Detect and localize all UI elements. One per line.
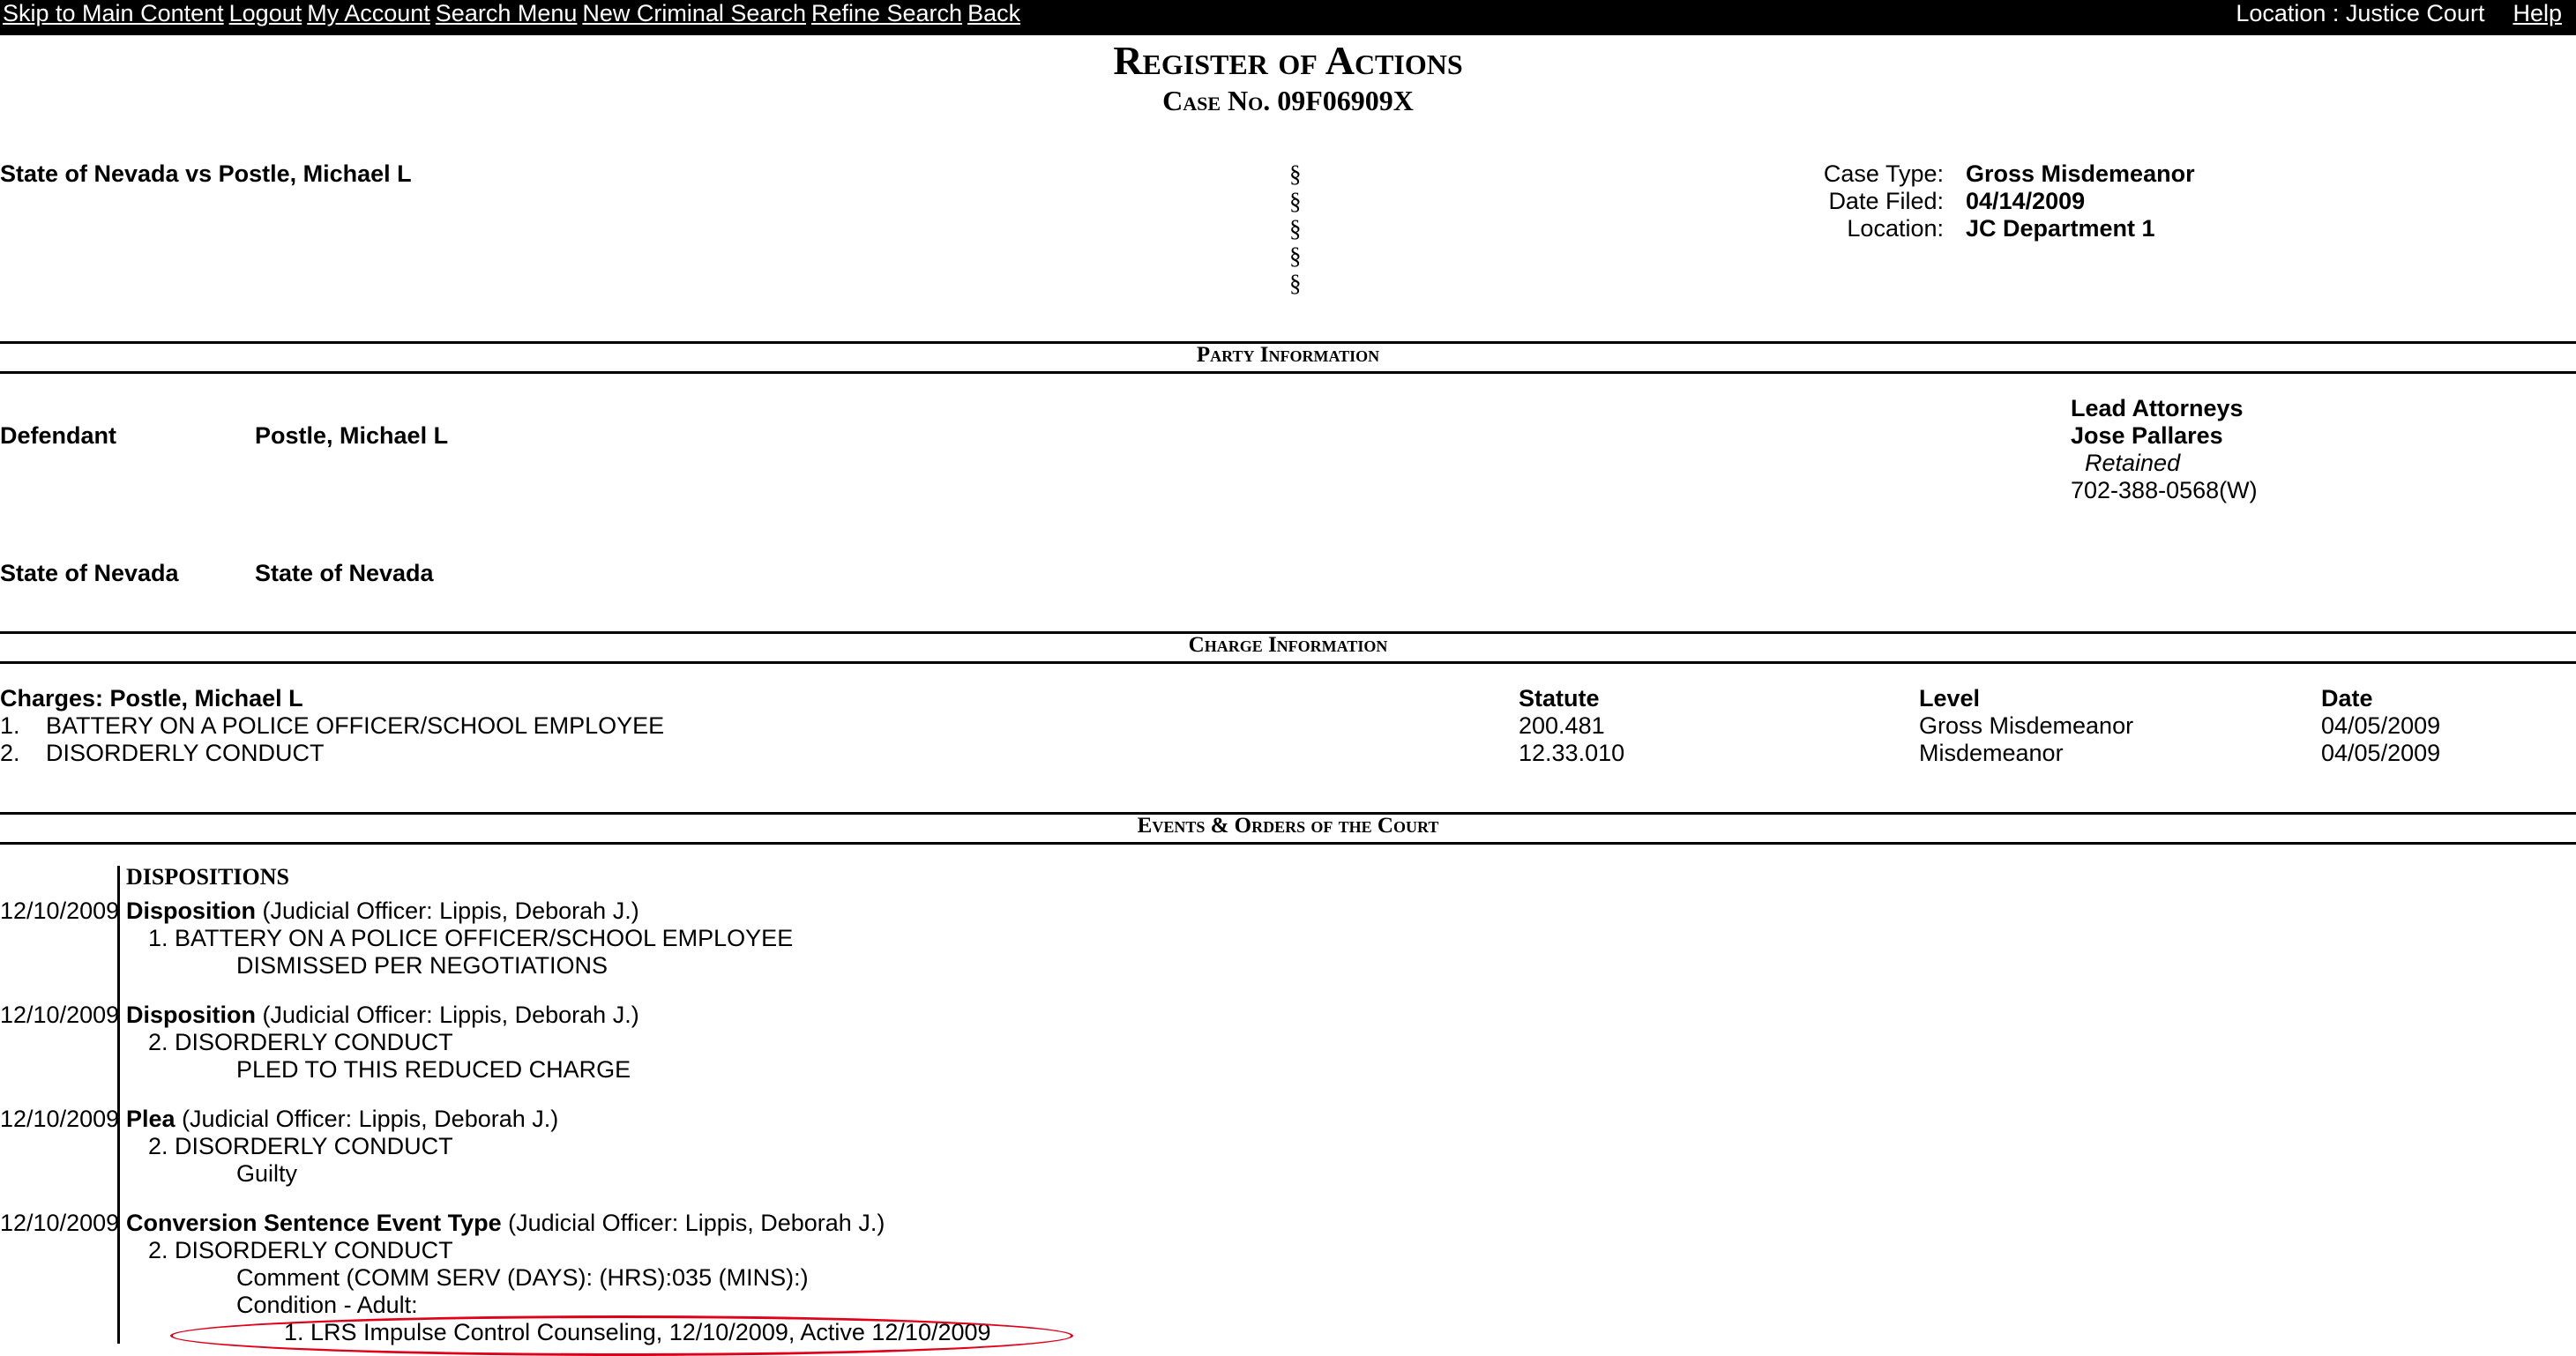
event-condition: Condition - Adult: <box>236 1292 418 1318</box>
section-symbol: § <box>1289 188 1302 214</box>
charge-statute: 200.481 <box>1519 712 1605 739</box>
judicial-officer: (Judicial Officer: Lippis, Deborah J.) <box>262 1002 639 1028</box>
event-type[interactable]: Disposition <box>126 1002 256 1028</box>
section-divider <box>0 661 2576 664</box>
statute-column-header: Statute <box>1519 685 1600 712</box>
event-type[interactable]: Conversion Sentence Event Type <box>126 1210 502 1236</box>
defendant-name: Postle, Michael L <box>255 422 449 449</box>
defendant-label: Defendant <box>0 422 117 449</box>
section-symbol: § <box>1289 270 1302 296</box>
help-link[interactable]: Help <box>2513 0 2562 26</box>
section-divider <box>0 842 2576 845</box>
location-field-label: Location: <box>1847 215 1944 242</box>
event-comment: Comment (COMM SERV (DAYS): (HRS):035 (MI… <box>236 1264 809 1291</box>
attorney-name: Jose Pallares <box>2071 422 2223 449</box>
event-date: 12/10/2009 <box>0 898 120 924</box>
search-menu-link[interactable]: Search Menu <box>436 0 578 26</box>
location-field-value: JC Department 1 <box>1966 215 2155 242</box>
skip-to-main-link[interactable]: Skip to Main Content <box>3 0 224 26</box>
events-date-divider <box>117 866 120 1344</box>
location-label: Location : Justice Court <box>2236 0 2485 26</box>
refine-search-link[interactable]: Refine Search <box>811 0 962 26</box>
plaintiff-name: State of Nevada <box>255 560 434 586</box>
event-title: Conversion Sentence Event Type (Judicial… <box>126 1210 885 1237</box>
event-date: 12/10/2009 <box>0 1002 120 1028</box>
event-type[interactable]: Disposition <box>126 898 256 924</box>
event-detail: PLED TO THIS REDUCED CHARGE <box>236 1056 631 1083</box>
new-criminal-search-link[interactable]: New Criminal Search <box>582 0 806 26</box>
page-title: Register of Actions <box>1113 38 1463 83</box>
event-charge: 1. BATTERY ON A POLICE OFFICER/SCHOOL EM… <box>148 925 794 951</box>
case-number: Case No. 09F06909X <box>1162 85 1414 116</box>
attorney-status: Retained <box>2085 450 2181 476</box>
event-date: 12/10/2009 <box>0 1210 120 1236</box>
lead-attorneys-label: Lead Attorneys <box>2071 395 2244 421</box>
charge-level: Misdemeanor <box>1919 740 2064 766</box>
charge-date: 04/05/2009 <box>2321 740 2441 766</box>
section-symbol: § <box>1289 215 1302 242</box>
plaintiff-label: State of Nevada <box>0 560 179 586</box>
case-type-label: Case Type: <box>1823 160 1944 187</box>
event-date: 12/10/2009 <box>0 1106 120 1132</box>
event-detail: Guilty <box>236 1160 298 1187</box>
date-column-header: Date <box>2321 685 2373 712</box>
nav-links: Skip to Main Content Logout My Account Sear… <box>3 0 1026 35</box>
dispositions-heading: DISPOSITIONS <box>126 864 289 890</box>
event-title: Disposition (Judicial Officer: Lippis, D… <box>126 1002 639 1029</box>
case-type-value: Gross Misdemeanor <box>1966 160 2195 187</box>
section-symbol: § <box>1289 242 1302 269</box>
logout-link[interactable]: Logout <box>229 0 302 26</box>
charges-header: Charges: Postle, Michael L <box>0 685 303 712</box>
top-nav-bar: Skip to Main Content Logout My Account Sear… <box>0 0 2576 35</box>
date-filed-value: 04/14/2009 <box>1966 188 2086 214</box>
charge-number: 2. <box>0 740 20 766</box>
event-title: Disposition (Judicial Officer: Lippis, D… <box>126 898 639 925</box>
judicial-officer: (Judicial Officer: Lippis, Deborah J.) <box>508 1210 885 1236</box>
back-link[interactable]: Back <box>967 0 1020 26</box>
date-filed-label: Date Filed: <box>1828 188 1944 214</box>
event-charge: 2. DISORDERLY CONDUCT <box>148 1237 453 1263</box>
events-orders-heading: Events & Orders of the Court <box>1137 814 1439 838</box>
charge-level: Gross Misdemeanor <box>1919 712 2134 739</box>
nav-right: Location : Justice Court Help <box>2236 0 2562 35</box>
section-symbol: § <box>1289 160 1302 187</box>
judicial-officer: (Judicial Officer: Lippis, Deborah J.) <box>182 1106 559 1132</box>
charge-description: BATTERY ON A POLICE OFFICER/SCHOOL EMPLO… <box>46 712 665 739</box>
event-type[interactable]: Plea <box>126 1106 175 1132</box>
event-charge: 2. DISORDERLY CONDUCT <box>148 1133 453 1159</box>
event-title: Plea (Judicial Officer: Lippis, Deborah … <box>126 1106 558 1133</box>
judicial-officer: (Judicial Officer: Lippis, Deborah J.) <box>262 898 639 924</box>
my-account-link[interactable]: My Account <box>307 0 430 26</box>
event-charge: 2. DISORDERLY CONDUCT <box>148 1029 453 1055</box>
event-detail: DISMISSED PER NEGOTIATIONS <box>236 952 609 979</box>
case-style: State of Nevada vs Postle, Michael L <box>0 160 412 187</box>
attorney-phone: 702-388-0568(W) <box>2071 477 2258 503</box>
level-column-header: Level <box>1919 685 1981 712</box>
section-divider <box>0 371 2576 374</box>
charge-statute: 12.33.010 <box>1519 740 1625 766</box>
highlight-oval <box>170 1315 1073 1356</box>
charge-information-heading: Charge Information <box>1188 633 1388 657</box>
charge-number: 1. <box>0 712 20 739</box>
charge-description: DISORDERLY CONDUCT <box>46 740 325 766</box>
charge-date: 04/05/2009 <box>2321 712 2441 739</box>
party-information-heading: Party Information <box>1196 343 1380 367</box>
